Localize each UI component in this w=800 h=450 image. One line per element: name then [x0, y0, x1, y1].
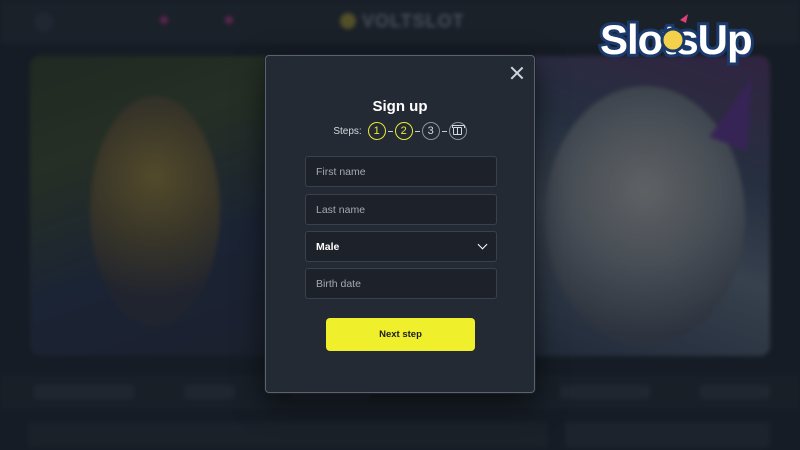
modal-title: Sign up: [372, 98, 428, 115]
gender-select[interactable]: Male: [305, 231, 497, 262]
step-separator: [387, 130, 393, 132]
first-name-field[interactable]: [305, 156, 497, 187]
slotsup-logo: SlotsUp: [598, 13, 756, 66]
step-separator: [441, 130, 447, 132]
step-1: 1: [367, 122, 386, 140]
last-name-input[interactable]: [316, 195, 496, 224]
first-name-input[interactable]: [316, 157, 496, 186]
step-separator: [414, 130, 420, 132]
birth-date-input[interactable]: [316, 269, 496, 298]
coin-icon: [660, 27, 686, 53]
birth-date-field[interactable]: [305, 268, 497, 299]
gender-select-value: Male: [316, 240, 340, 253]
steps-label: Steps:: [333, 125, 362, 137]
signup-steps: Steps: 1 2 3: [266, 122, 534, 140]
step-3: 3: [421, 122, 440, 140]
chevron-down-icon: [477, 239, 488, 250]
last-name-field[interactable]: [305, 194, 497, 225]
next-step-button[interactable]: Next step: [326, 318, 475, 351]
gift-icon: [448, 122, 467, 140]
close-icon[interactable]: [508, 64, 526, 82]
signup-modal: Sign up Steps: 1 2 3 Male Next step: [265, 55, 535, 393]
step-2: 2: [394, 122, 413, 140]
